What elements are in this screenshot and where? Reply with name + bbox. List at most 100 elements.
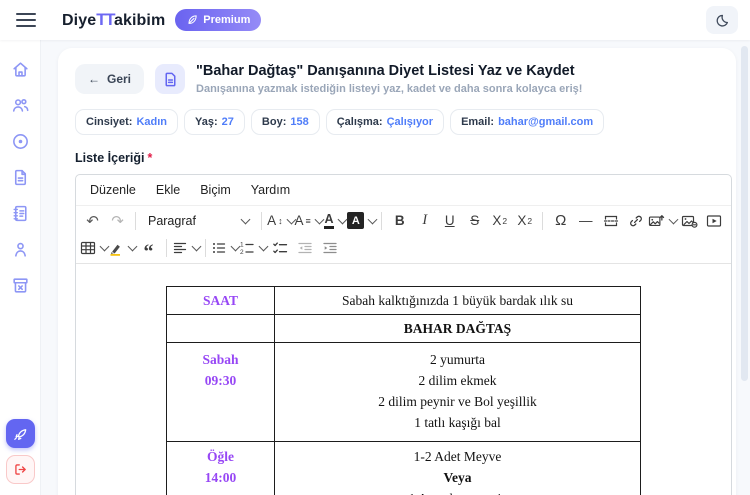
meal1-time-cell[interactable]: Sabah 09:30 — [167, 343, 275, 442]
highlighter-icon[interactable] — [108, 236, 136, 260]
redo-icon[interactable]: ↷ — [105, 209, 130, 233]
italic-icon[interactable]: I — [412, 209, 437, 233]
meal-item: 2 dilim ekmek — [281, 370, 634, 391]
back-button[interactable]: ← Geri — [75, 64, 144, 94]
chip-height: Boy:158 — [251, 109, 320, 135]
document-badge — [155, 64, 185, 94]
app-window: DiyeTTakibim Premium — [0, 0, 750, 495]
table-row: SAAT Sabah kalktığınızda 1 büyük bardak … — [167, 287, 641, 315]
svg-text:2: 2 — [240, 249, 244, 256]
main-content-card: ← Geri "Bahar Dağtaş" Danışanına Diyet L… — [58, 48, 736, 495]
sidebar — [0, 40, 41, 495]
moon-icon — [715, 13, 730, 28]
page-subtitle: Danışanına yazmak istediğin listeyi yaz,… — [196, 83, 582, 95]
page-header: ← Geri "Bahar Dağtaş" Danışanına Diyet L… — [75, 63, 730, 95]
blockquote-icon[interactable]: “ — [136, 232, 161, 264]
checklist-icon[interactable] — [267, 236, 292, 260]
list-content-label: Liste İçeriği* — [75, 151, 730, 165]
table-row: BAHAR DAĞTAŞ — [167, 315, 641, 343]
paragraph-style-dropdown[interactable]: Paragraf — [141, 209, 256, 233]
document-icon — [162, 71, 179, 88]
hamburger-menu-icon[interactable] — [16, 13, 36, 27]
topbar: DiyeTTakibim Premium — [0, 0, 750, 40]
editor-toolbar: ↶ ↷ Paragraf A↕ A≡ A — [76, 206, 731, 264]
empty-cell[interactable] — [167, 315, 275, 343]
text-color-button[interactable]: A — [322, 209, 347, 233]
app-logo: DiyeTTakibim — [62, 10, 165, 30]
scrollbar-thumb[interactable] — [741, 46, 748, 381]
logo-tt: TT — [96, 10, 114, 29]
client-name-cell[interactable]: BAHAR DAĞTAŞ — [275, 315, 641, 343]
logout-icon — [13, 462, 28, 477]
font-size-dropdown[interactable]: A↕ — [267, 209, 294, 233]
meal-item: 2 dilim peynir ve Bol yeşillik — [281, 391, 634, 412]
profile-icon[interactable] — [10, 239, 30, 259]
diet-table: SAAT Sabah kalktığınızda 1 büyük bardak … — [166, 286, 641, 495]
notebook-icon[interactable] — [10, 203, 30, 223]
horizontal-rule-icon[interactable]: — — [573, 209, 598, 233]
superscript-icon[interactable]: X2 — [512, 209, 537, 233]
diet-lists-icon[interactable] — [10, 167, 30, 187]
align-dropdown[interactable] — [172, 236, 200, 260]
rocket-button[interactable] — [6, 419, 35, 448]
chip-email: Email:bahar@gmail.com — [450, 109, 604, 135]
meal1-items-cell[interactable]: 2 yumurta 2 dilim ekmek 2 dilim peynir v… — [275, 343, 641, 442]
undo-icon[interactable]: ↶ — [80, 209, 105, 233]
premium-badge[interactable]: Premium — [175, 9, 261, 31]
menu-help[interactable]: Yardım — [242, 179, 299, 201]
theme-toggle-button[interactable] — [706, 6, 738, 34]
editor-content-area[interactable]: SAAT Sabah kalktığınızda 1 büyük bardak … — [76, 264, 731, 495]
clients-icon[interactable] — [10, 95, 30, 115]
time-header-cell[interactable]: SAAT — [167, 287, 275, 315]
meal-item: Veya — [281, 467, 634, 488]
background-color-button[interactable]: A — [347, 209, 376, 233]
image-options-icon[interactable] — [677, 209, 702, 233]
insert-image-icon[interactable] — [648, 209, 677, 233]
strikethrough-icon[interactable]: S — [462, 209, 487, 233]
meal2-items-cell[interactable]: 1-2 Adet Meyve Veya 1 Avuç kuruyemiş — [275, 442, 641, 495]
back-label: Geri — [107, 72, 131, 86]
bold-icon[interactable]: B — [387, 209, 412, 233]
table-row: Sabah 09:30 2 yumurta 2 dilim ekmek 2 di… — [167, 343, 641, 442]
meal-item: 2 yumurta — [281, 349, 634, 370]
editor-menubar: Düzenle Ekle Biçim Yardım — [76, 175, 731, 206]
chip-gender: Cinsiyet:Kadın — [75, 109, 178, 135]
rocket-icon — [12, 426, 28, 442]
logo-text-2: akibim — [114, 12, 165, 29]
support-icon[interactable] — [10, 131, 30, 151]
logo-text-1: Diye — [62, 12, 96, 29]
table-row: Öğle 14:00 1-2 Adet Meyve Veya 1 Avuç ku… — [167, 442, 641, 495]
page-title: "Bahar Dağtaş" Danışanına Diyet Listesi … — [196, 63, 582, 79]
meal-item: 1-2 Adet Meyve — [281, 446, 634, 467]
link-icon[interactable] — [623, 209, 648, 233]
home-icon[interactable] — [10, 59, 30, 79]
chevron-down-icon — [192, 241, 202, 251]
logout-button[interactable] — [6, 455, 35, 484]
special-character-icon[interactable]: Ω — [548, 209, 573, 233]
bullet-list-icon[interactable] — [211, 236, 239, 260]
chevron-down-icon — [241, 214, 251, 224]
subscript-icon[interactable]: X2 — [487, 209, 512, 233]
meal-item: 1 Avuç kuruyemiş — [281, 488, 634, 495]
menu-edit[interactable]: Düzenle — [81, 179, 145, 201]
chip-age: Yaş:27 — [184, 109, 245, 135]
page-break-icon[interactable] — [598, 209, 623, 233]
underline-icon[interactable]: U — [437, 209, 462, 233]
indent-icon[interactable] — [317, 236, 342, 260]
rich-text-editor: Düzenle Ekle Biçim Yardım ↶ ↷ Paragraf A… — [75, 174, 732, 495]
numbered-list-icon[interactable]: 1 2 — [239, 236, 267, 260]
table-icon[interactable] — [80, 236, 108, 260]
required-marker: * — [147, 151, 152, 165]
archive-icon[interactable] — [10, 275, 30, 295]
chevron-down-icon — [368, 214, 378, 224]
media-icon[interactable] — [702, 209, 727, 233]
meal2-time-cell[interactable]: Öğle 14:00 — [167, 442, 275, 495]
svg-text:1: 1 — [240, 241, 244, 248]
menu-format[interactable]: Biçim — [191, 179, 240, 201]
scrollbar-track — [740, 44, 749, 495]
line-height-dropdown[interactable]: A≡ — [294, 209, 322, 233]
back-arrow-icon: ← — [88, 72, 100, 86]
note-cell[interactable]: Sabah kalktığınızda 1 büyük bardak ılık … — [275, 287, 641, 315]
menu-insert[interactable]: Ekle — [147, 179, 189, 201]
outdent-icon[interactable] — [292, 236, 317, 260]
